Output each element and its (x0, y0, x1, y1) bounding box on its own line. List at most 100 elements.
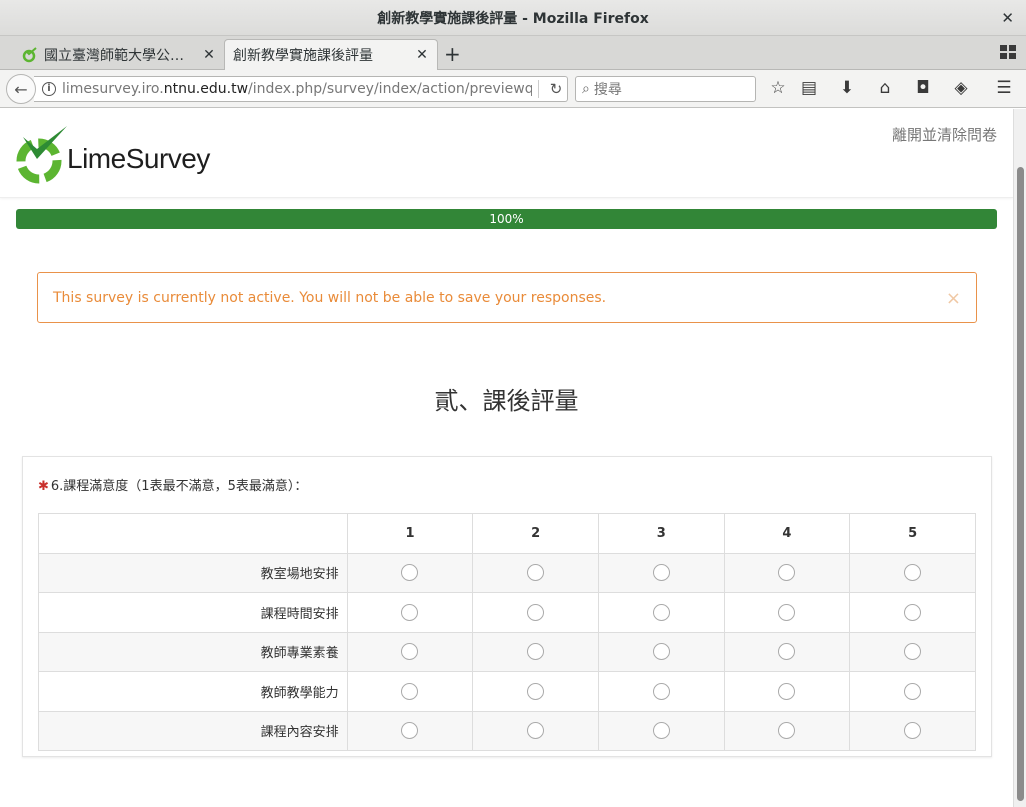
table-row: 課程內容安排 (38, 710, 976, 751)
rating-radio[interactable] (652, 643, 670, 661)
url-separator (538, 80, 539, 98)
site-info-icon[interactable]: i (42, 82, 56, 96)
row-label: 課程內容安排 (38, 710, 348, 751)
rating-radio[interactable] (778, 722, 796, 740)
radio-cell (346, 671, 474, 712)
tab-close-icon[interactable]: ✕ (202, 47, 216, 63)
rating-radio[interactable] (904, 603, 922, 621)
sync-icon[interactable]: ◈ (949, 78, 973, 98)
window-close-icon[interactable]: ✕ (1001, 9, 1014, 27)
rating-radio[interactable] (652, 564, 670, 582)
window-titlebar: 創新教學實施課後評量 - Mozilla Firefox ✕ (0, 0, 1026, 36)
table-row: 課程時間安排 (38, 592, 976, 633)
window-title: 創新教學實施課後評量 - Mozilla Firefox (377, 10, 649, 27)
tab-survey[interactable]: 創新教學實施課後評量 ✕ (224, 39, 438, 70)
reload-icon[interactable]: ↻ (545, 80, 567, 98)
rating-radio[interactable] (904, 564, 922, 582)
radio-cell (723, 671, 851, 712)
row-label: 課程時間安排 (38, 592, 348, 633)
rating-radio[interactable] (652, 682, 670, 700)
rating-radio[interactable] (904, 722, 922, 740)
scrollbar-thumb[interactable] (1017, 167, 1024, 801)
radio-cell (472, 710, 599, 751)
inactive-survey-alert: This survey is currently not active. You… (37, 272, 977, 323)
search-icon: ⌕ (582, 81, 590, 97)
radio-cell (849, 710, 976, 751)
alert-message: This survey is currently not active. You… (53, 290, 607, 306)
radio-cell (723, 592, 851, 633)
limesurvey-favicon-icon (22, 46, 37, 62)
exit-and-clear-link[interactable]: 離開並清除問卷 (892, 124, 997, 145)
reading-list-icon[interactable]: ▤ (797, 78, 821, 98)
required-mark: ✱ (38, 479, 49, 494)
row-label: 教室場地安排 (38, 552, 348, 593)
rating-matrix: 1 2 3 4 5 教室場地安排 課程時間安排 教師專業素養 教師教學能力 課程內容安排 (38, 513, 976, 751)
rating-radio[interactable] (401, 682, 419, 700)
back-button[interactable]: ← (6, 74, 36, 104)
radio-cell (472, 671, 599, 712)
rating-radio[interactable] (778, 643, 796, 661)
table-row: 教室場地安排 (38, 552, 976, 593)
home-icon[interactable]: ⌂ (873, 78, 897, 98)
vertical-scrollbar[interactable] (1013, 109, 1026, 807)
rating-radio[interactable] (652, 603, 670, 621)
radio-cell (346, 552, 474, 593)
radio-cell (597, 631, 725, 672)
bookmark-star-icon[interactable]: ☆ (766, 78, 790, 98)
rating-radio[interactable] (527, 722, 545, 740)
new-tab-button[interactable]: + (444, 42, 461, 66)
radio-cell (472, 552, 599, 593)
url-text[interactable]: limesurvey.iro.ntnu.edu.tw/index.php/sur… (62, 81, 532, 97)
radio-cell (597, 671, 725, 712)
rating-radio[interactable] (527, 564, 545, 582)
radio-cell (472, 592, 599, 633)
rating-radio[interactable] (904, 643, 922, 661)
rating-radio[interactable] (401, 564, 419, 582)
rating-radio[interactable] (904, 682, 922, 700)
radio-cell (597, 710, 725, 751)
rating-radio[interactable] (527, 682, 545, 700)
rating-radio[interactable] (778, 682, 796, 700)
search-placeholder: 搜尋 (593, 82, 622, 98)
limesurvey-logo-icon (16, 126, 67, 184)
rating-radio[interactable] (527, 643, 545, 661)
tab-label: 國立臺灣師範大學公… (44, 47, 184, 64)
tab-close-icon[interactable]: ✕ (415, 47, 429, 63)
radio-cell (346, 710, 474, 751)
table-row: 教師專業素養 (38, 631, 976, 672)
progress-bar: 100% (16, 209, 997, 229)
question-container: ✱ 6.課程滿意度（1表最不滿意，5表最滿意）： 1 2 3 4 5 教室場地安排… (22, 456, 992, 757)
radio-cell (849, 631, 976, 672)
column-header: 1 (346, 513, 474, 554)
alert-close-icon[interactable]: × (946, 273, 961, 324)
radio-cell (346, 592, 474, 633)
tab-list-icon[interactable] (1000, 45, 1016, 59)
progress-label: 100% (489, 212, 524, 226)
radio-cell (346, 631, 474, 672)
download-icon[interactable]: ⬇ (835, 78, 859, 98)
column-header: 3 (597, 513, 725, 554)
rating-radio[interactable] (527, 603, 545, 621)
row-label: 教師教學能力 (38, 671, 348, 712)
menu-icon[interactable]: ☰ (992, 78, 1016, 98)
column-header: 4 (723, 513, 851, 554)
rating-radio[interactable] (652, 722, 670, 740)
rating-radio[interactable] (401, 722, 419, 740)
tab-label: 創新教學實施課後評量 (233, 48, 373, 64)
search-input[interactable]: ⌕ 搜尋 (575, 76, 756, 102)
rating-radio[interactable] (778, 564, 796, 582)
survey-header: LimeSurvey 離開並清除問卷 (0, 109, 1013, 198)
navigation-bar: i limesurvey.iro.ntnu.edu.tw/index.php/s… (0, 70, 1026, 108)
pocket-icon[interactable]: ◘ (911, 78, 935, 98)
radio-cell (723, 552, 851, 593)
row-label: 教師專業素養 (38, 631, 348, 672)
rating-radio[interactable] (401, 643, 419, 661)
rating-radio[interactable] (778, 603, 796, 621)
tab-ntnu[interactable]: 國立臺灣師範大學公… ✕ (14, 39, 224, 70)
matrix-corner (38, 513, 348, 554)
radio-cell (849, 552, 976, 593)
page-content: LimeSurvey 離開並清除問卷 100% This survey is c… (0, 109, 1013, 807)
url-bar[interactable]: i limesurvey.iro.ntnu.edu.tw/index.php/s… (34, 76, 568, 102)
rating-radio[interactable] (401, 603, 419, 621)
question-text: ✱ 6.課程滿意度（1表最不滿意，5表最滿意）： (38, 479, 308, 494)
